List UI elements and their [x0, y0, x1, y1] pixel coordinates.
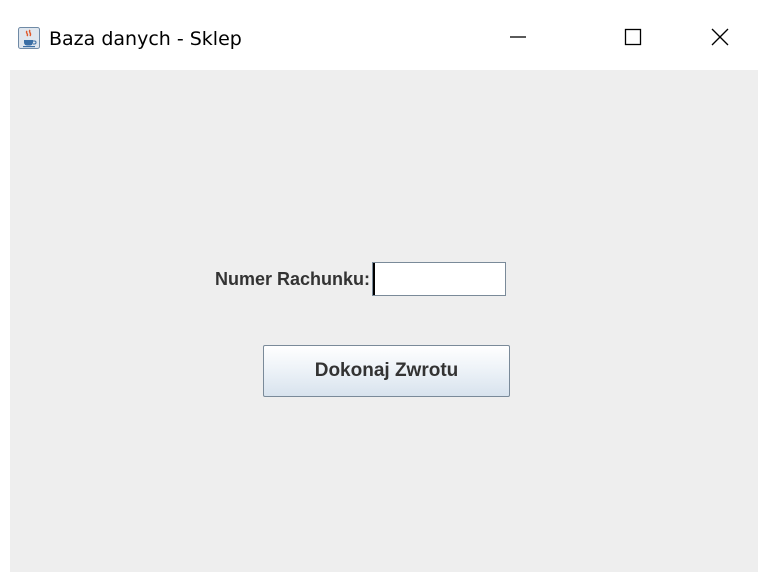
receipt-number-input[interactable]: [372, 262, 507, 296]
content-panel: Numer Rachunku: Dokonaj Zwrotu: [10, 70, 758, 572]
minimize-button[interactable]: [488, 14, 548, 60]
java-coffee-cup-icon[interactable]: [18, 27, 40, 49]
receipt-number-row: Numer Rachunku:: [215, 262, 507, 296]
maximize-icon: [624, 28, 642, 46]
minimize-icon: [510, 36, 526, 38]
close-button[interactable]: [690, 14, 750, 60]
title-bar[interactable]: Baza danych - Sklep: [0, 0, 758, 70]
app-window: Baza danych - Sklep Numer Rachunku: Doko…: [0, 0, 758, 572]
maximize-button[interactable]: [603, 14, 663, 60]
window-title: Baza danych - Sklep: [49, 28, 242, 50]
receipt-number-label: Numer Rachunku:: [215, 268, 371, 289]
make-return-button[interactable]: Dokonaj Zwrotu: [263, 345, 510, 397]
close-icon: [711, 28, 729, 46]
